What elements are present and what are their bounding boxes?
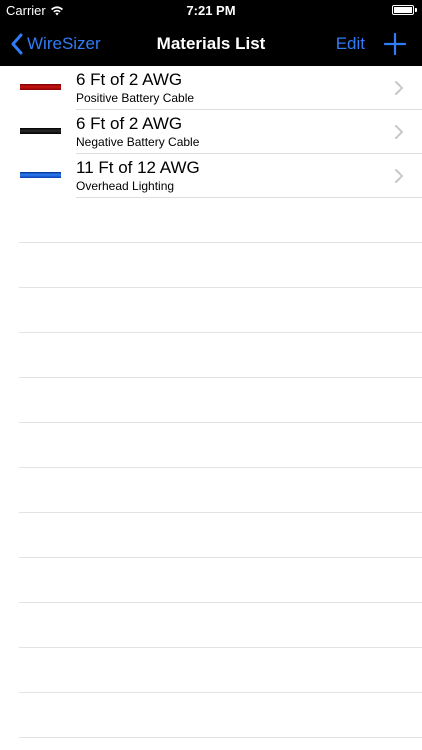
empty-row — [0, 423, 422, 468]
material-row[interactable]: 11 Ft of 12 AWG Overhead Lighting — [0, 154, 422, 198]
empty-row — [0, 243, 422, 288]
material-subtitle: Overhead Lighting — [76, 179, 175, 193]
status-bar: Carrier 7:21 PM — [0, 0, 422, 22]
empty-row — [0, 198, 422, 243]
material-row[interactable]: 6 Ft of 2 AWG Positive Battery Cable — [0, 66, 422, 110]
material-title: 6 Ft of 2 AWG — [76, 70, 183, 89]
material-title: 11 Ft of 12 AWG — [76, 158, 200, 177]
battery-icon — [392, 5, 417, 15]
material-title: 6 Ft of 2 AWG — [76, 114, 183, 133]
empty-row — [0, 513, 422, 558]
empty-row — [0, 693, 422, 738]
wire-color-swatch — [20, 172, 61, 178]
material-subtitle: Positive Battery Cable — [76, 91, 195, 105]
empty-row — [0, 648, 422, 693]
empty-row — [0, 468, 422, 513]
chevron-right-icon — [395, 125, 403, 139]
wire-color-swatch — [20, 84, 61, 90]
empty-row — [0, 288, 422, 333]
back-button-label: WireSizer — [27, 34, 101, 53]
material-subtitle: Negative Battery Cable — [76, 135, 200, 149]
material-row[interactable]: 6 Ft of 2 AWG Negative Battery Cable — [0, 110, 422, 154]
plus-icon[interactable] — [384, 33, 406, 55]
chevron-right-icon — [395, 81, 403, 95]
edit-button[interactable]: Edit — [336, 22, 365, 66]
empty-row — [0, 603, 422, 648]
back-button[interactable]: WireSizer — [10, 22, 101, 66]
chevron-left-icon — [11, 33, 23, 55]
clock: 7:21 PM — [186, 3, 236, 18]
chevron-right-icon — [395, 169, 403, 183]
wire-color-swatch — [20, 128, 61, 134]
navigation-bar: WireSizer Materials List Edit — [0, 22, 422, 66]
empty-row — [0, 333, 422, 378]
empty-row — [0, 378, 422, 423]
empty-row — [0, 558, 422, 603]
materials-list: 6 Ft of 2 AWG Positive Battery Cable 6 F… — [0, 66, 422, 738]
